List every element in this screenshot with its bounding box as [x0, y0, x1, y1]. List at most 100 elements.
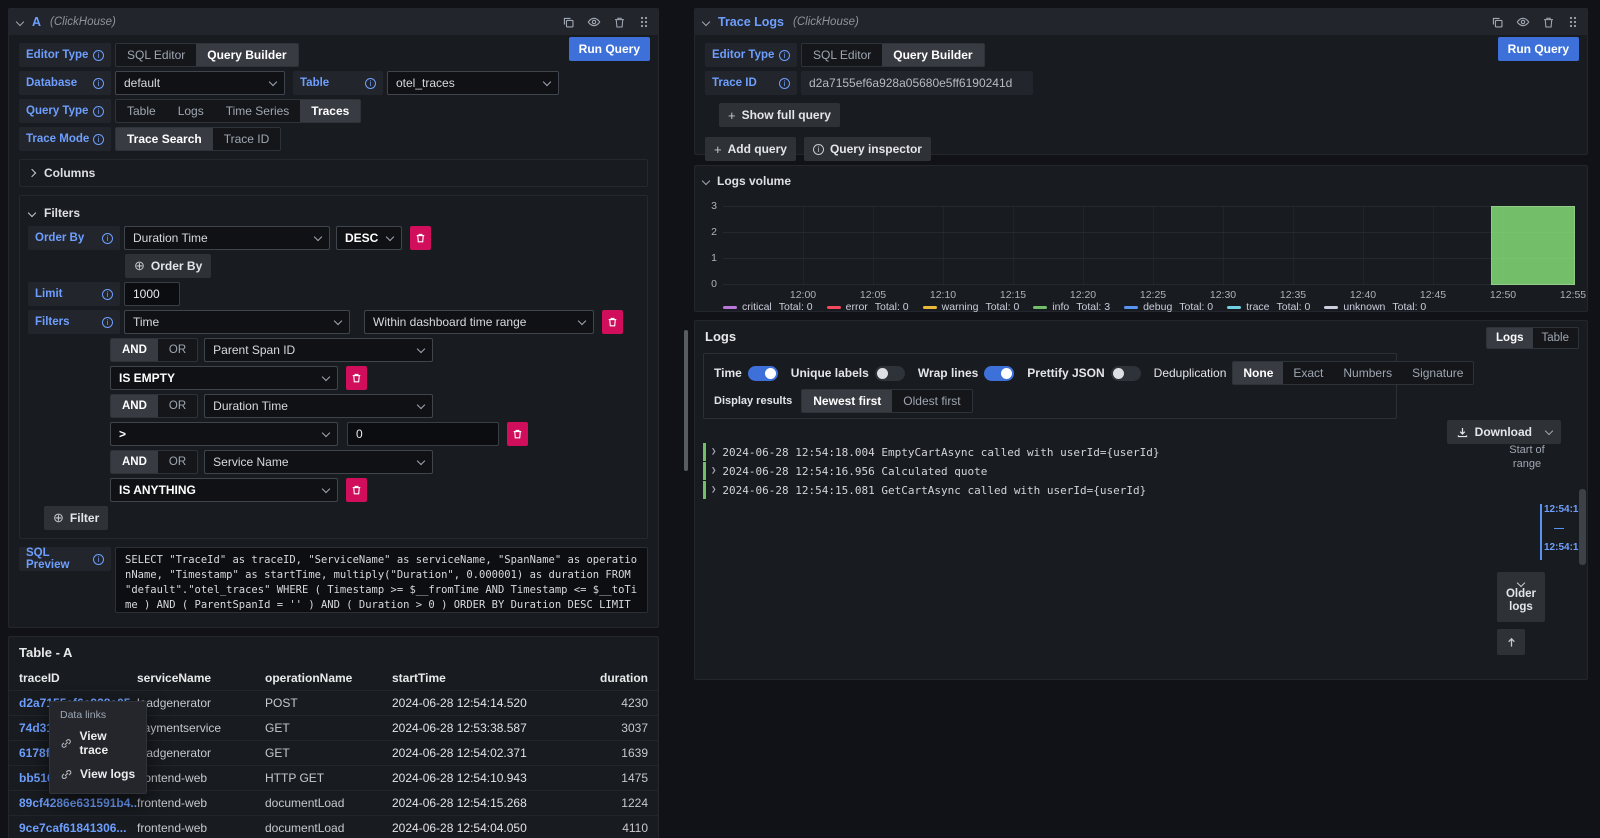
copy-icon[interactable] — [1491, 16, 1504, 29]
chevron-down-icon[interactable] — [16, 18, 24, 26]
info-icon[interactable]: i — [93, 50, 104, 61]
older-logs-button[interactable]: Older logs — [1497, 572, 1545, 622]
database-select[interactable]: default — [115, 71, 285, 95]
add-order-by-button[interactable]: ⊕ Order By — [125, 254, 211, 278]
option-or[interactable]: OR — [158, 339, 197, 361]
legend-item-warning[interactable]: warningTotal: 0 — [923, 301, 1020, 313]
duration-value-input[interactable] — [347, 422, 499, 446]
option-time-series[interactable]: Time Series — [215, 100, 301, 122]
add-filter-button[interactable]: ⊕ Filter — [44, 506, 108, 530]
show-full-query-button[interactable]: + Show full query — [719, 103, 840, 127]
service-operator-select[interactable]: IS ANYTHING — [110, 478, 338, 502]
info-icon[interactable]: i — [93, 78, 104, 89]
trace-id-input[interactable] — [801, 71, 1033, 95]
option-none[interactable]: None — [1233, 362, 1283, 384]
remove-filter-button[interactable] — [346, 478, 367, 502]
order-by-direction-select[interactable]: DESC — [336, 226, 402, 250]
info-icon[interactable]: i — [779, 78, 790, 89]
eye-icon[interactable] — [587, 15, 601, 29]
download-button[interactable]: Download — [1447, 420, 1561, 444]
option-signature[interactable]: Signature — [1402, 362, 1473, 384]
remove-filter-button[interactable] — [507, 422, 528, 446]
filter-parent-span-field-select[interactable]: Parent Span ID — [204, 338, 433, 362]
log-line[interactable]: ❯2024-06-28 12:54:18.004 EmptyCartAsync … — [703, 443, 1477, 461]
add-query-button[interactable]: + Add query — [19, 627, 110, 628]
trash-icon[interactable] — [613, 16, 626, 29]
edit-pane-scrollbar[interactable] — [684, 330, 688, 471]
eye-icon[interactable] — [1516, 15, 1530, 29]
filters-section-header[interactable]: Filters — [28, 200, 639, 226]
copy-icon[interactable] — [562, 16, 575, 29]
info-icon[interactable]: i — [102, 233, 113, 244]
option-or[interactable]: OR — [158, 395, 197, 417]
trace-id-link[interactable]: 89cf4286e631591b4... — [19, 796, 137, 810]
legend-item-debug[interactable]: debugTotal: 0 — [1124, 301, 1213, 313]
logs-scrollbar[interactable] — [1579, 489, 1586, 565]
info-icon[interactable]: i — [102, 289, 113, 300]
info-icon[interactable]: i — [779, 50, 790, 61]
run-query-button[interactable]: Run Query — [569, 37, 650, 61]
remove-filter-button[interactable] — [346, 366, 367, 390]
option-query-builder[interactable]: Query Builder — [882, 44, 983, 66]
drag-handle-icon[interactable] — [1567, 16, 1579, 28]
remove-filter-button[interactable] — [602, 310, 623, 334]
logs-volume-header[interactable]: Logs volume — [695, 166, 1587, 188]
unique-labels-toggle[interactable] — [875, 366, 905, 381]
col-servicename[interactable]: serviceName — [137, 671, 265, 685]
option-query-builder[interactable]: Query Builder — [196, 44, 297, 66]
option-table[interactable]: Table — [116, 100, 167, 122]
col-starttime[interactable]: startTime — [392, 671, 575, 685]
col-duration[interactable]: duration — [575, 671, 648, 685]
legend-item-info[interactable]: infoTotal: 3 — [1033, 301, 1110, 313]
info-icon[interactable]: i — [365, 78, 376, 89]
option-trace-search[interactable]: Trace Search — [116, 128, 213, 150]
chevron-down-icon[interactable] — [702, 18, 710, 26]
query-ref-a[interactable]: A — [32, 15, 41, 29]
legend-item-error[interactable]: errorTotal: 0 — [827, 301, 909, 313]
col-traceid[interactable]: traceID — [19, 671, 137, 685]
view-logs-menu-item[interactable]: View logs — [60, 767, 136, 781]
duration-operator-select[interactable]: > — [110, 422, 338, 446]
info-icon[interactable]: i — [93, 106, 104, 117]
trace-id-link[interactable]: 9ce7caf61841306... — [19, 821, 137, 835]
table-select[interactable]: otel_traces — [387, 71, 559, 95]
remove-order-by-button[interactable] — [410, 226, 431, 250]
legend-item-trace[interactable]: traceTotal: 0 — [1227, 301, 1310, 313]
info-icon[interactable]: i — [93, 134, 104, 145]
option-or[interactable]: OR — [158, 451, 197, 473]
query-ref-trace-logs[interactable]: Trace Logs — [718, 15, 784, 29]
info-icon[interactable]: i — [102, 317, 113, 328]
filter-service-field-select[interactable]: Service Name — [204, 450, 433, 474]
log-line[interactable]: ❯2024-06-28 12:54:16.956 Calculated quot… — [703, 462, 1477, 480]
add-query-button[interactable]: + Add query — [705, 137, 796, 161]
info-icon[interactable]: i — [93, 554, 104, 565]
col-operationname[interactable]: operationName — [265, 671, 392, 685]
option-numbers[interactable]: Numbers — [1333, 362, 1402, 384]
query-inspector-button[interactable]: i Query inspector — [118, 627, 245, 628]
legend-item-unknown[interactable]: unknownTotal: 0 — [1324, 301, 1426, 313]
limit-input[interactable] — [124, 282, 180, 306]
prettify-json-toggle[interactable] — [1111, 366, 1141, 381]
parent-span-operator-select[interactable]: IS EMPTY — [110, 366, 338, 390]
legend-item-critical[interactable]: criticalTotal: 0 — [723, 301, 813, 313]
option-exact[interactable]: Exact — [1283, 362, 1333, 384]
time-toggle[interactable] — [748, 366, 778, 381]
option-sql-editor[interactable]: SQL Editor — [116, 44, 196, 66]
option-traces[interactable]: Traces — [300, 100, 360, 122]
option-sql-editor[interactable]: SQL Editor — [802, 44, 882, 66]
option-logs-view[interactable]: Logs — [1487, 328, 1532, 348]
expand-chevron-icon[interactable]: ❯ — [711, 485, 716, 495]
option-and[interactable]: AND — [111, 395, 158, 417]
scroll-to-top-button[interactable] — [1497, 629, 1525, 655]
expand-chevron-icon[interactable]: ❯ — [711, 447, 716, 457]
trash-icon[interactable] — [1542, 16, 1555, 29]
option-table-view[interactable]: Table — [1533, 328, 1579, 348]
run-query-button[interactable]: Run Query — [1498, 37, 1579, 61]
order-by-field-select[interactable]: Duration Time — [124, 226, 330, 250]
filter-duration-field-select[interactable]: Duration Time — [204, 394, 433, 418]
option-and[interactable]: AND — [111, 339, 158, 361]
option-newest-first[interactable]: Newest first — [802, 390, 892, 412]
option-logs[interactable]: Logs — [167, 100, 215, 122]
drag-handle-icon[interactable] — [638, 16, 650, 28]
wrap-lines-toggle[interactable] — [984, 366, 1014, 381]
